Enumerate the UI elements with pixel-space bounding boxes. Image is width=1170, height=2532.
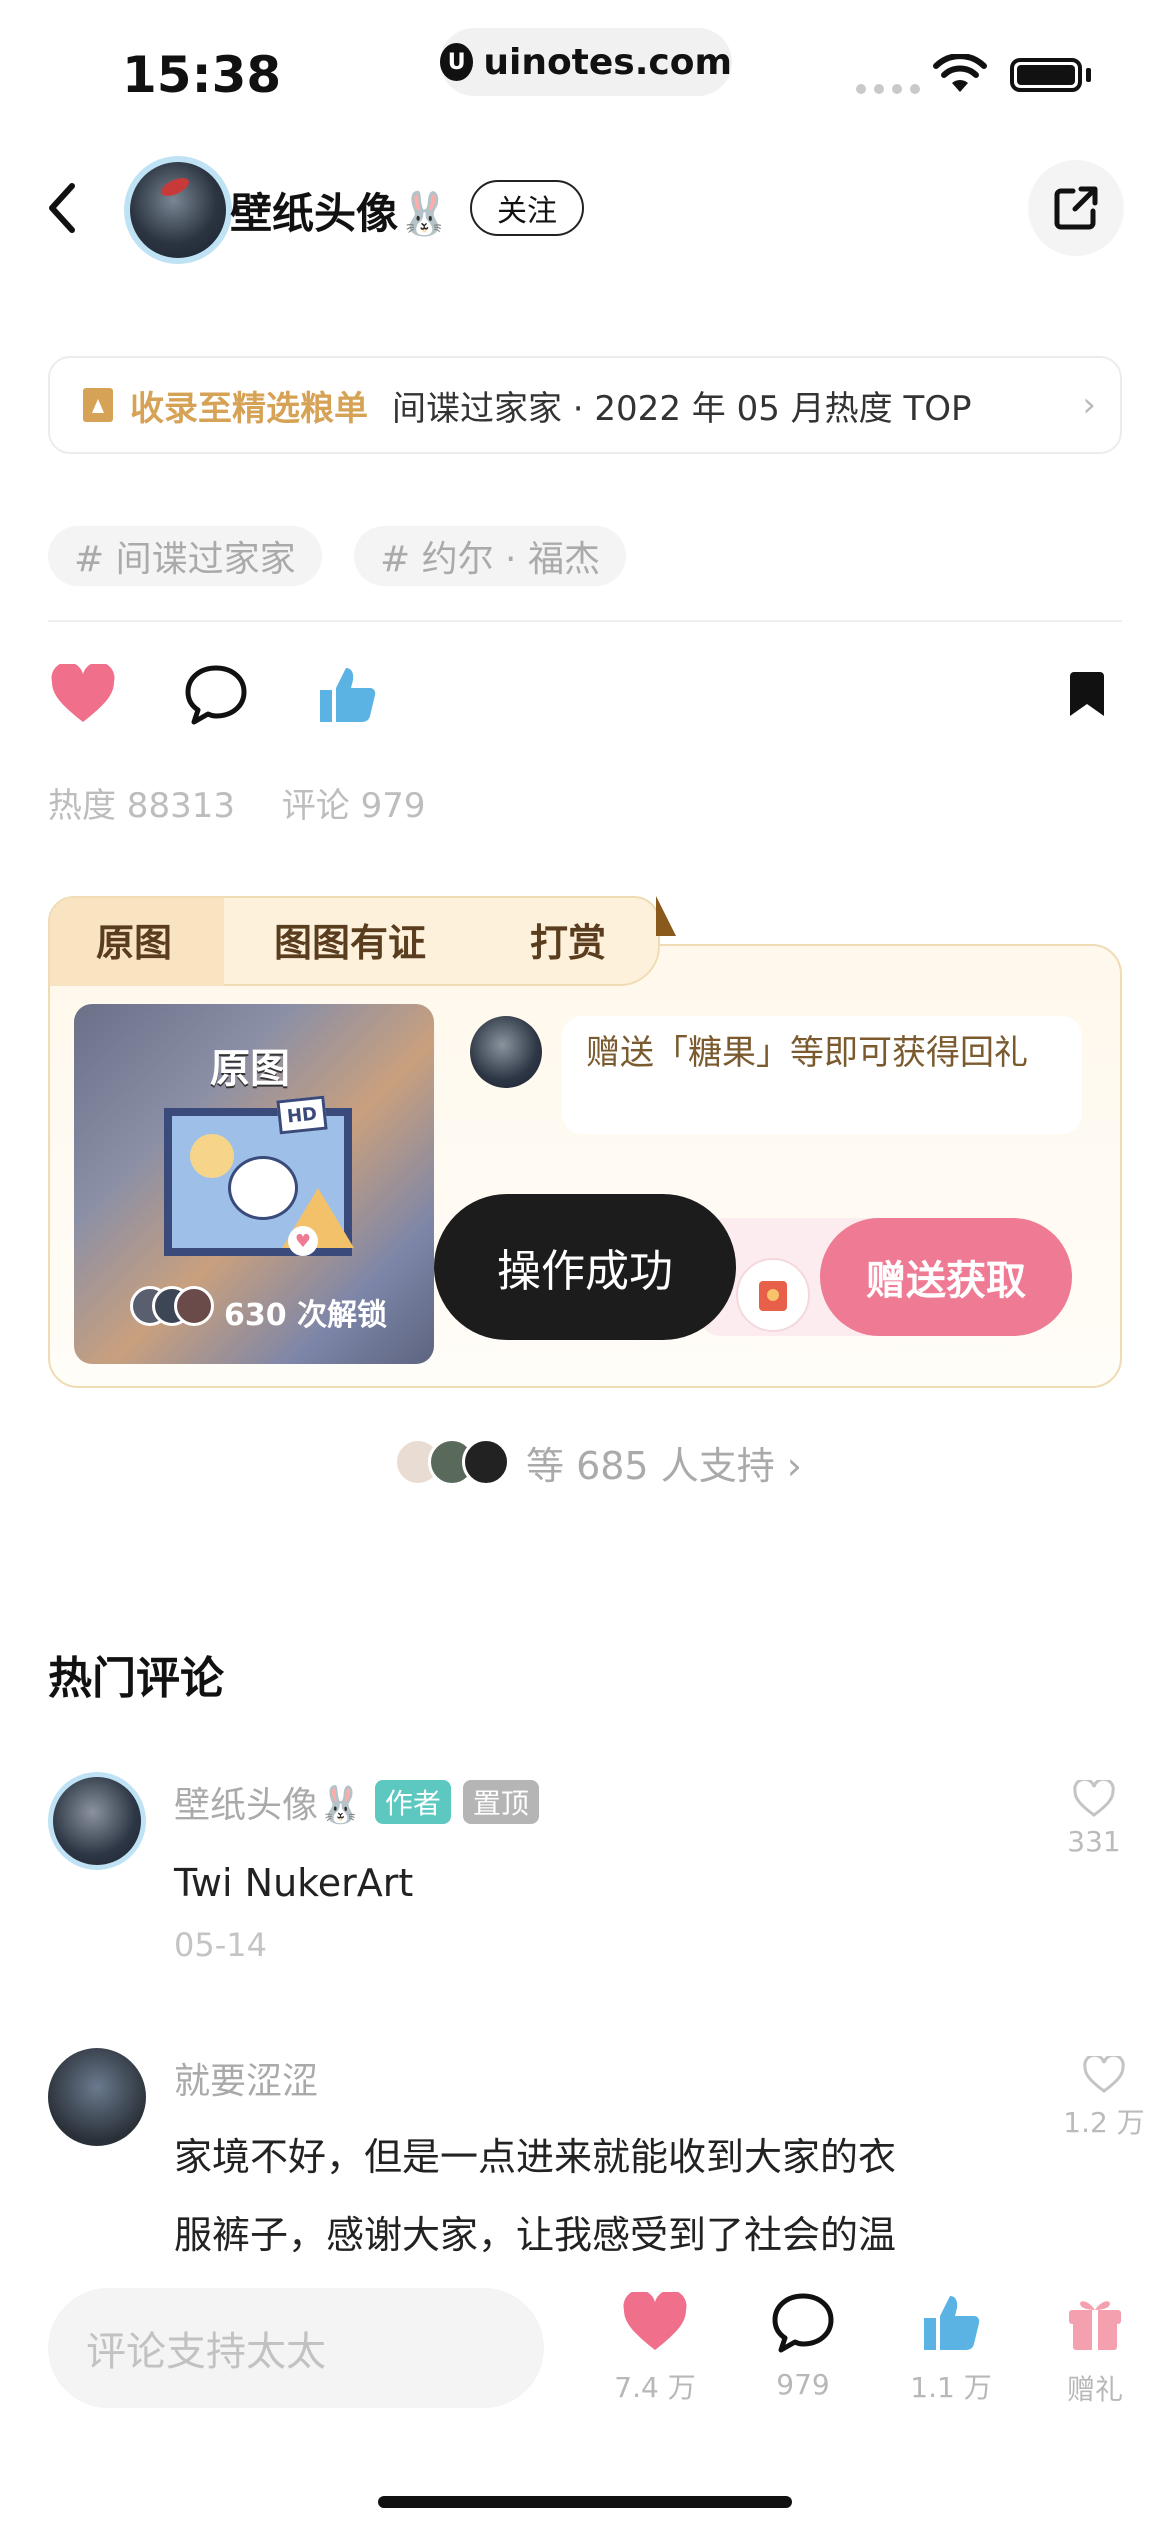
heart-outline-icon: [1073, 1777, 1115, 1817]
thumbs-up-button[interactable]: 1.1 万: [896, 2292, 1006, 2406]
author-name[interactable]: 壁纸头像🐰: [230, 180, 450, 241]
battery-icon: [1010, 58, 1082, 92]
collection-tag: 收录至精选粮单: [130, 388, 368, 429]
post-stats: 热度 88313 评论 979: [48, 778, 425, 827]
heat-count: 热度 88313: [48, 786, 235, 826]
comment-input[interactable]: 评论支持太太: [48, 2288, 544, 2408]
url-pill[interactable]: U uinotes.com: [440, 28, 732, 96]
comment-like-count: 331: [1067, 1825, 1121, 1858]
comment-avatar[interactable]: [48, 2048, 146, 2146]
tab-notch: [656, 896, 676, 936]
send-gift-button[interactable]: 赠送获取: [820, 1218, 1072, 1336]
heart-icon[interactable]: [50, 664, 116, 724]
gift-icon: [736, 1258, 810, 1332]
comment-count: 979: [776, 2368, 830, 2401]
supporters-link[interactable]: 等 685 人支持 ›: [394, 1436, 802, 1488]
reward-bubble: 赠送「糖果」等即可获得回礼: [562, 1016, 1082, 1134]
unlock-user-avatar: [174, 1286, 214, 1326]
share-button[interactable]: [1028, 160, 1124, 256]
comment-author-name[interactable]: 就要涩涩: [174, 2052, 318, 2104]
chevron-right-icon: ›: [1082, 385, 1096, 425]
thumbs-up-count: 1.1 万: [910, 2371, 992, 2404]
comment-like[interactable]: 1.2 万: [1054, 2053, 1154, 2141]
comment-like-count: 1.2 万: [1063, 2106, 1145, 2139]
pinned-badge: 置顶: [462, 1780, 539, 1824]
comment-avatar[interactable]: [48, 1772, 146, 1870]
comment-count: 评论 979: [281, 786, 426, 826]
thumbs-up-icon[interactable]: [316, 664, 378, 724]
collection-desc: 间谍过家家 · 2022 年 05 月热度 TOP: [392, 388, 972, 429]
hd-badge: HD: [276, 1095, 328, 1135]
follow-button[interactable]: 关注: [470, 180, 584, 236]
comment-like[interactable]: 331: [1054, 1777, 1134, 1858]
like-button[interactable]: 7.4 万: [600, 2289, 710, 2406]
tab-original[interactable]: 原图: [96, 912, 172, 967]
author-avatar[interactable]: [124, 156, 232, 264]
status-time: 15:38: [122, 46, 282, 104]
thumbnail-title: 原图: [210, 1046, 290, 1092]
back-button[interactable]: [42, 180, 82, 236]
battery-tip: [1086, 68, 1091, 82]
picture-frame-illustration: [164, 1108, 354, 1256]
author-mini-avatar: [470, 1016, 542, 1088]
tab-certificate[interactable]: 图图有证: [274, 912, 426, 967]
success-toast: 操作成功: [434, 1194, 736, 1340]
comment-author-name[interactable]: 壁纸头像🐰: [174, 1776, 363, 1828]
home-indicator[interactable]: [378, 2496, 792, 2508]
unlock-count: 630 次解锁: [224, 1298, 388, 1333]
comment-text: Twi NukerArt: [174, 1861, 414, 1905]
tab-tip[interactable]: 打赏: [530, 912, 606, 967]
divider: [48, 620, 1122, 622]
url-text: uinotes.com: [483, 41, 732, 83]
author-badge: 作者: [374, 1780, 451, 1824]
comment-date: 05-14: [174, 1926, 267, 1964]
hashtag-spy-family[interactable]: # 间谍过家家: [48, 526, 322, 586]
share-icon: [1054, 186, 1098, 230]
cellular-signal-icon: [856, 84, 920, 94]
gift-label: 赠礼: [1066, 2373, 1123, 2406]
supporter-avatar: [462, 1438, 510, 1486]
comment-button[interactable]: 979: [748, 2292, 858, 2401]
comment-icon: [772, 2293, 834, 2353]
comment-icon[interactable]: [184, 664, 248, 726]
hot-comments-title: 热门评论: [48, 1653, 224, 1704]
thumbs-up-icon: [924, 2296, 980, 2350]
wifi-icon: [933, 54, 987, 92]
small-heart-icon: ♥: [288, 1226, 318, 1256]
comment-text-line: 家境不好，但是一点进来就能收到大家的衣: [174, 2135, 897, 2179]
gift-button[interactable]: 赠礼: [1040, 2292, 1150, 2408]
like-count: 7.4 万: [614, 2371, 696, 2404]
hashtag-yor-forger[interactable]: # 约尔 · 福杰: [354, 526, 626, 586]
heart-icon: [623, 2289, 687, 2350]
heart-outline-icon: [1083, 2053, 1125, 2093]
comment-header: 壁纸头像🐰 作者 置顶: [174, 1776, 539, 1828]
bookmark-icon[interactable]: [1066, 670, 1108, 718]
site-logo-icon: U: [440, 43, 474, 81]
collection-book-icon: [83, 388, 113, 422]
gift-box-icon: [1069, 2301, 1121, 2350]
comment-text-line: 服裤子，感谢大家，让我感受到了社会的温: [174, 2213, 897, 2257]
supporters-text: 等 685 人支持 ›: [526, 1443, 802, 1488]
collection-banner[interactable]: 收录至精选粮单 间谍过家家 · 2022 年 05 月热度 TOP ›: [48, 356, 1122, 454]
